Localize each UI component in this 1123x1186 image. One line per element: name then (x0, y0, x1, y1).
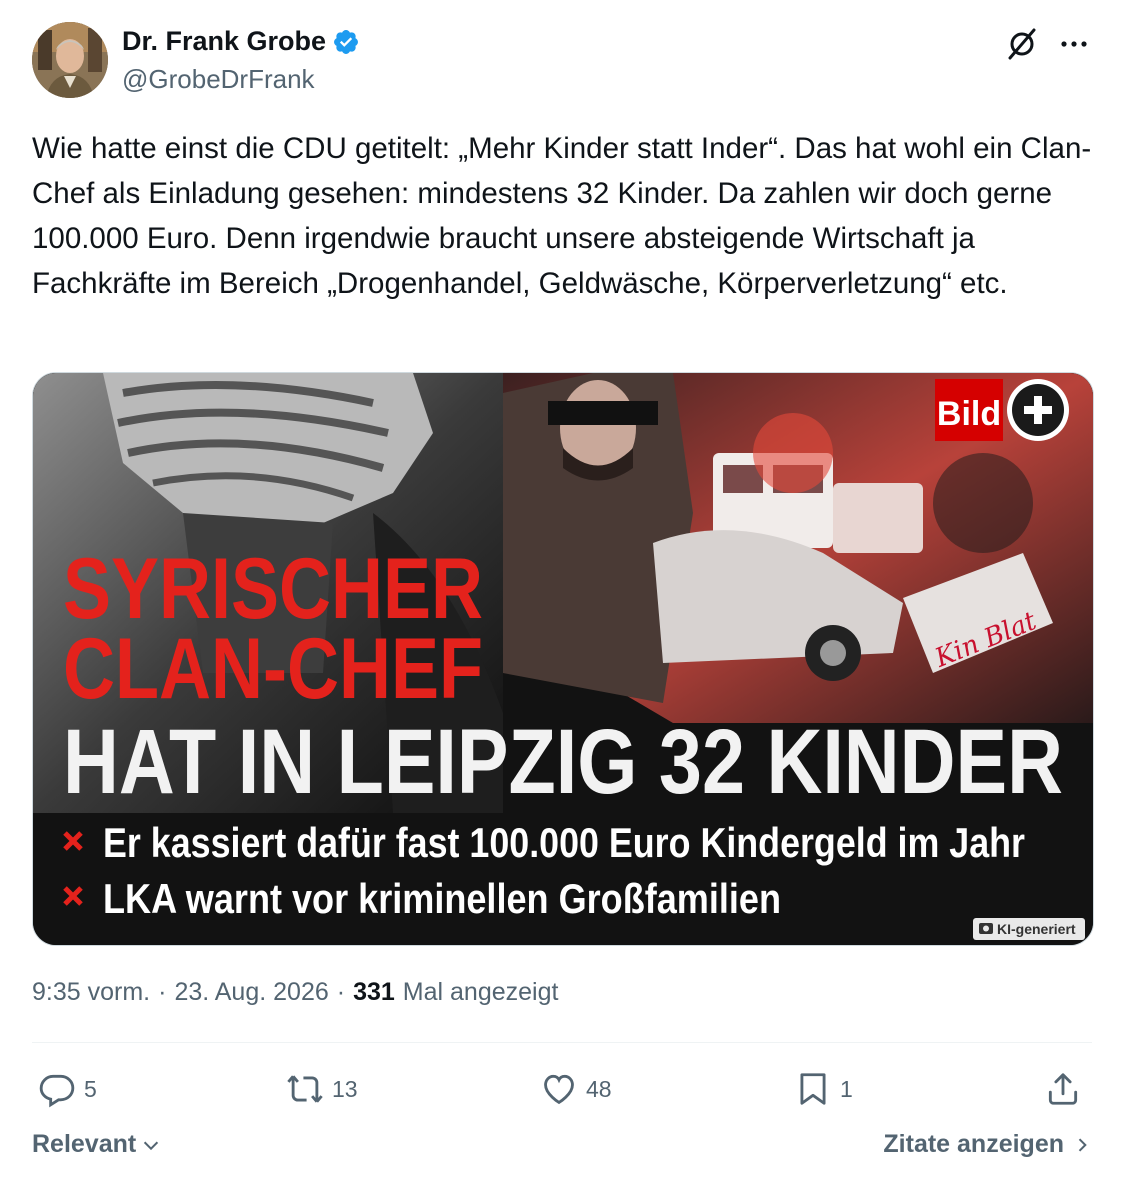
bookmark-icon (800, 1073, 826, 1105)
ai-label-text: KI-generiert (997, 921, 1076, 937)
avatar-image (32, 22, 108, 98)
reply-count: 5 (84, 1075, 97, 1102)
views-count: 331 (353, 978, 395, 1006)
tweet-time[interactable]: 9:35 vorm. (32, 978, 150, 1007)
tweet-date[interactable]: 23. Aug. 2026 (174, 978, 328, 1007)
reply-icon (39, 1074, 75, 1108)
sort-dropdown[interactable]: Relevant (32, 1130, 162, 1159)
like-icon (544, 1074, 574, 1105)
more-icon[interactable] (1056, 26, 1092, 62)
verified-badge-icon[interactable] (332, 28, 360, 56)
headline-red-line-2: CLAN-CHEF (63, 621, 483, 717)
tweet-text: Wie hatte einst die CDU getitelt: „Mehr … (32, 132, 1092, 300)
bild-plus-logo: Bild (935, 379, 1069, 441)
reply-button[interactable]: 5 (38, 1066, 97, 1112)
like-count: 48 (586, 1075, 612, 1102)
action-bar: 5 13 48 1 (32, 1066, 1092, 1116)
like-button[interactable]: 48 (540, 1066, 612, 1112)
repost-count: 13 (332, 1075, 358, 1102)
divider (32, 1042, 1092, 1043)
repost-button[interactable]: 13 (286, 1066, 358, 1112)
grok-icon[interactable] (1004, 26, 1040, 62)
tweet-meta: 9:35 vorm. · 23. Aug. 2026 · 331 Mal ang… (32, 978, 558, 1007)
view-quotes-link[interactable]: Zitate anzeigen (883, 1130, 1092, 1159)
tweet-header: Dr. Frank Grobe @GrobeDrFrank (32, 22, 1092, 98)
share-button[interactable] (1044, 1066, 1082, 1112)
repost-icon (287, 1075, 323, 1103)
quotes-label: Zitate anzeigen (883, 1130, 1064, 1158)
tweet-media[interactable]: Kin Blat Bild SYRISCHER CLAN-CHEF HAT IN… (32, 372, 1094, 946)
media-image: Kin Blat Bild SYRISCHER CLAN-CHEF HAT IN… (33, 373, 1093, 945)
chevron-down-icon (144, 1141, 159, 1150)
chevron-right-icon (1078, 1137, 1087, 1152)
bookmark-button[interactable]: 1 (794, 1066, 853, 1112)
bild-logo-text: Bild (937, 395, 1001, 433)
sort-label: Relevant (32, 1130, 137, 1158)
ai-generated-label: KI-generiert (973, 918, 1085, 940)
share-icon (1048, 1073, 1078, 1105)
meta-separator: · (158, 978, 167, 1006)
bullet-1: Er kassiert dafür fast 100.000 Euro Kind… (103, 819, 1025, 866)
handle[interactable]: @GrobeDrFrank (122, 64, 315, 95)
headline-white: HAT IN LEIPZIG 32 KINDER (63, 711, 1063, 813)
avatar[interactable] (32, 22, 108, 98)
bullet-2: LKA warnt vor kriminellen Großfamilien (103, 875, 781, 922)
bookmark-count: 1 (840, 1075, 853, 1102)
display-name[interactable]: Dr. Frank Grobe (122, 26, 326, 57)
name-row: Dr. Frank Grobe (122, 26, 360, 57)
meta-separator: · (336, 978, 346, 1006)
replies-sort-row: Relevant Zitate anzeigen (32, 1130, 1092, 1170)
views-label: Mal angezeigt (402, 978, 559, 1006)
